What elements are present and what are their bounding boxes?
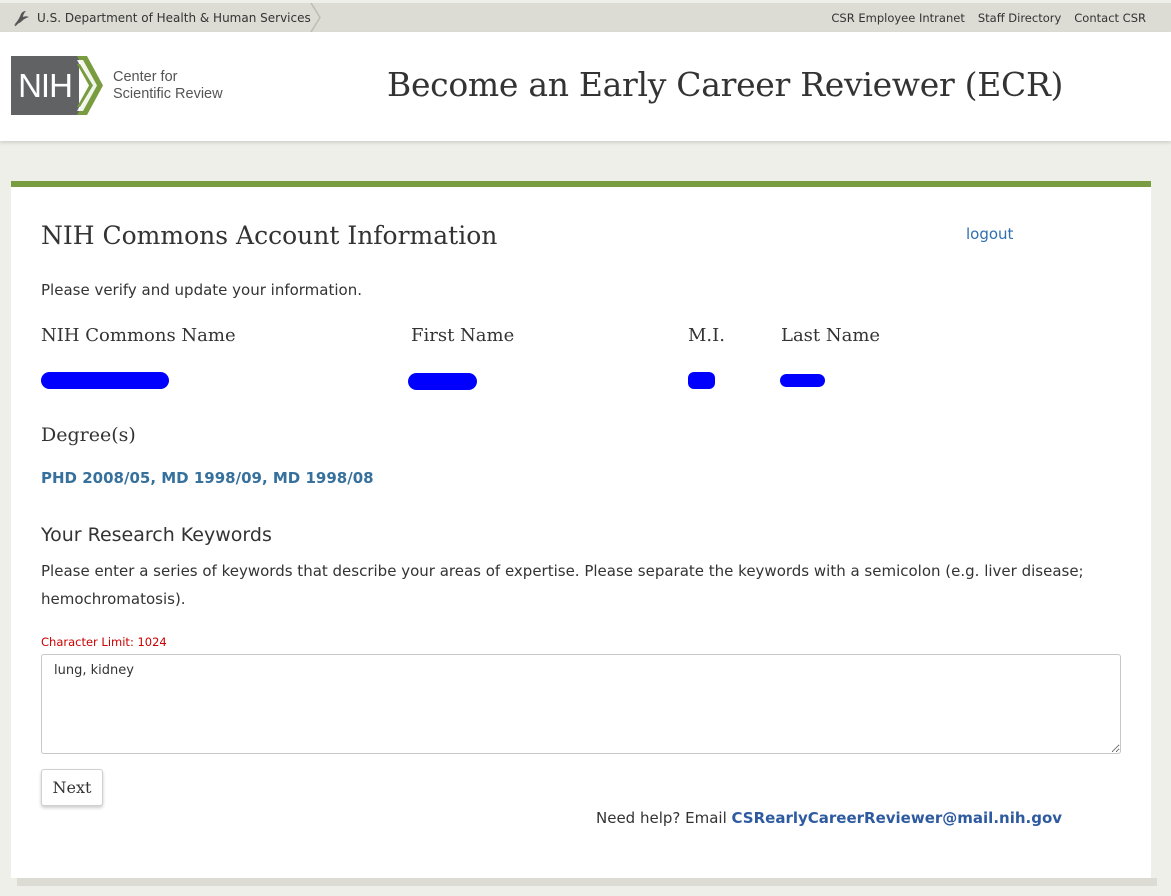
logo-text-line1: Center for	[113, 68, 178, 85]
commons-name-value-redacted	[41, 372, 169, 389]
breadcrumb-chevron-icon	[310, 3, 321, 32]
degree-label: Degree(s)	[41, 424, 136, 446]
hhs-agency-label: U.S. Department of Health & Human Servic…	[37, 10, 311, 25]
last-name-label: Last Name	[781, 325, 881, 346]
contact-csr-link[interactable]: Contact CSR	[1074, 11, 1146, 25]
nih-chevron-icon	[77, 56, 103, 115]
help-text: Need help? Email CSRearlyCareerReviewer@…	[596, 809, 1062, 827]
verify-instructions: Please verify and update your informatio…	[41, 281, 362, 299]
keywords-textarea[interactable]: lung, kidney	[41, 654, 1121, 754]
middle-initial-label: M.I.	[688, 325, 725, 346]
logout-link[interactable]: logout	[966, 225, 1013, 243]
page-title: Become an Early Career Reviewer (ECR)	[387, 65, 1064, 104]
next-button[interactable]: Next	[41, 769, 103, 806]
help-prefix: Need help? Email	[596, 809, 732, 827]
site-header: NIH Center for Scientific Review Become …	[0, 32, 1171, 141]
logo-text-line2: Scientific Review	[113, 85, 223, 102]
commons-name-label: NIH Commons Name	[41, 325, 236, 346]
utility-links: CSR Employee Intranet Staff Directory Co…	[831, 3, 1146, 32]
staff-directory-link[interactable]: Staff Directory	[978, 11, 1061, 25]
nih-logo-mark: NIH	[11, 56, 79, 115]
csr-logo[interactable]: NIH Center for Scientific Review	[11, 56, 223, 115]
top-utility-bar: U.S. Department of Health & Human Servic…	[0, 3, 1171, 32]
employee-intranet-link[interactable]: CSR Employee Intranet	[831, 11, 964, 25]
first-name-value-redacted	[408, 373, 477, 390]
section-title: NIH Commons Account Information	[41, 221, 498, 250]
account-info-card: NIH Commons Account Information logout P…	[11, 181, 1151, 878]
help-email-link[interactable]: CSRearlyCareerReviewer@mail.nih.gov	[732, 809, 1063, 827]
hhs-link[interactable]: U.S. Department of Health & Human Servic…	[0, 3, 322, 32]
character-limit-note: Character Limit: 1024	[41, 635, 167, 649]
degree-value: PHD 2008/05, MD 1998/09, MD 1998/08	[41, 469, 374, 487]
keywords-title: Your Research Keywords	[41, 524, 272, 546]
card-shadow	[17, 878, 1157, 886]
csr-logo-text: Center for Scientific Review	[113, 69, 223, 103]
middle-initial-value-redacted	[688, 372, 715, 389]
hhs-eagle-icon	[11, 8, 31, 28]
last-name-value-redacted	[780, 374, 825, 387]
keywords-description: Please enter a series of keywords that d…	[41, 562, 1084, 608]
first-name-label: First Name	[411, 325, 515, 346]
